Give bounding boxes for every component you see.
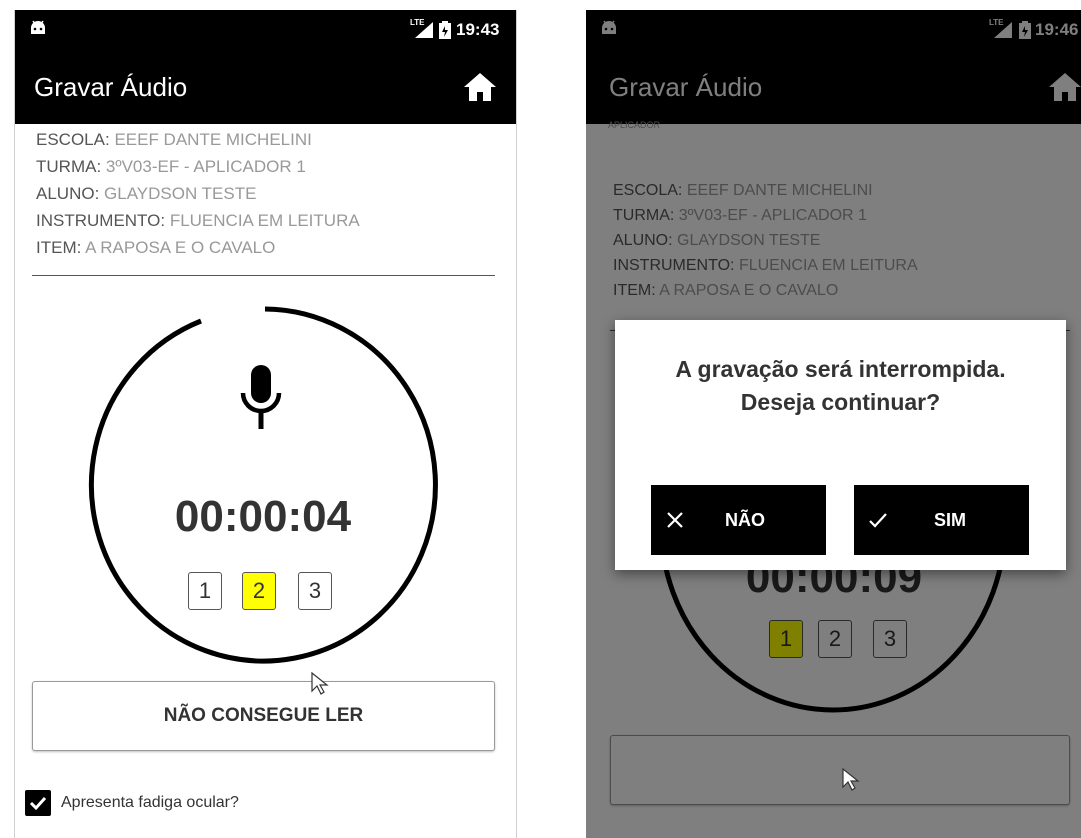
- dialog-message: A gravação será interrompida. Deseja con…: [615, 353, 1066, 419]
- divider: [32, 275, 495, 276]
- info-row-school: ESCOLA: EEEF DANTE MICHELINI: [36, 130, 312, 149]
- yes-button-label: SIM: [934, 510, 967, 530]
- eye-fatigue-label: Apresenta fadiga ocular?: [61, 794, 239, 811]
- microphone-icon: [240, 365, 282, 429]
- signal-icon: [415, 22, 433, 38]
- info-row-class: TURMA: 3ºV03-EF - APLICADOR 1: [36, 157, 306, 176]
- battery-icon: [439, 21, 451, 39]
- recording-screen-with-dialog: LTE 19:46 Gravar Áudio APLICADOR ESCOLA:…: [586, 10, 1081, 838]
- timer-display: 00:00:04: [174, 492, 352, 541]
- dialog-line-2: Deseja continuar?: [740, 389, 941, 415]
- home-icon[interactable]: [463, 72, 497, 102]
- checkmark-icon: [29, 796, 47, 811]
- no-button-label: NÃO: [725, 510, 765, 530]
- page-title: Gravar Áudio: [34, 72, 188, 102]
- status-bar: LTE 19:43: [15, 10, 516, 50]
- confirm-dialog: A gravação será interrompida. Deseja con…: [615, 320, 1066, 570]
- app-bar: Gravar Áudio: [15, 50, 516, 124]
- student-info: ESCOLA: EEEF DANTE MICHELINI TURMA: 3ºV0…: [36, 126, 360, 261]
- mouse-cursor-icon: [311, 672, 329, 695]
- stage-box-3[interactable]: 3: [298, 572, 332, 610]
- yes-button[interactable]: SIM: [854, 485, 1029, 555]
- info-row-item: ITEM: A RAPOSA E O CAVALO: [36, 238, 276, 257]
- eye-fatigue-checkbox[interactable]: [25, 790, 51, 816]
- clock: 19:43: [456, 20, 500, 39]
- stage-box-1[interactable]: 1: [188, 572, 222, 610]
- info-row-student: ALUNO: GLAYDSON TESTE: [36, 184, 257, 203]
- mouse-cursor-icon: [842, 768, 860, 791]
- no-button[interactable]: NÃO: [651, 485, 826, 555]
- info-row-instrument: INSTRUMENTO: FLUENCIA EM LEITURA: [36, 211, 360, 230]
- android-icon: [31, 20, 45, 34]
- close-icon: [667, 512, 683, 528]
- stage-box-2[interactable]: 2: [242, 572, 276, 610]
- dialog-line-1: A gravação será interrompida.: [675, 356, 1006, 382]
- check-icon: [869, 513, 887, 528]
- timer-ring: [88, 306, 438, 664]
- cant-read-button[interactable]: NÃO CONSEGUE LER: [32, 681, 495, 751]
- recording-screen: LTE 19:43 Gravar Áudio ESCOLA: EEEF DANT…: [14, 10, 517, 838]
